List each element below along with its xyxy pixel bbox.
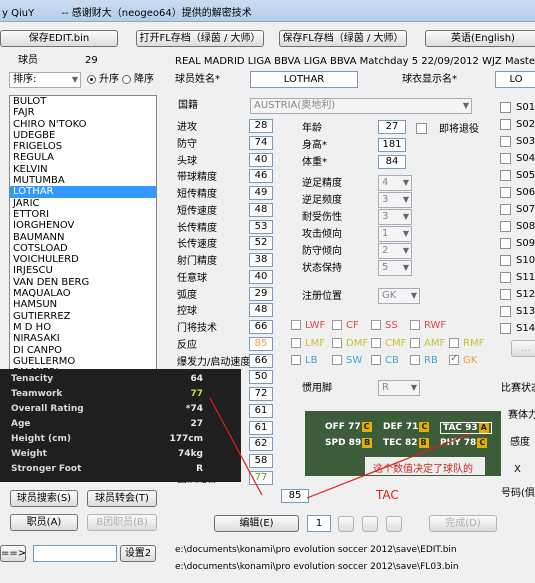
staff-button[interactable]: 职员(A)	[10, 514, 78, 531]
arrow-line-1	[209, 397, 263, 496]
arrow-line-2	[306, 433, 471, 499]
edit-file-path: e:\documents\konami\pro evolution soccer…	[175, 545, 457, 555]
last-page-button[interactable]	[386, 516, 402, 532]
next-page-button[interactable]	[362, 516, 378, 532]
player-transfer-button[interactable]: 球员转会(T)	[87, 490, 157, 507]
edit-button[interactable]: 编辑(E)	[214, 515, 299, 532]
player-search-button[interactable]: 球员搜索(S)	[10, 490, 78, 507]
annotation-arrows	[209, 397, 471, 499]
goto-button[interactable]: ==>	[0, 545, 26, 562]
settings2-button[interactable]: 设置2	[120, 545, 156, 562]
page-number-input[interactable]: 1	[307, 515, 331, 532]
b-staff-button[interactable]: B团职员(B)	[87, 514, 157, 531]
done-button[interactable]: 完成(D)	[429, 515, 497, 532]
prev-page-button[interactable]	[338, 516, 354, 532]
fl-file-path: e:\documents\konami\pro evolution soccer…	[175, 562, 459, 572]
goto-input[interactable]	[33, 545, 117, 562]
